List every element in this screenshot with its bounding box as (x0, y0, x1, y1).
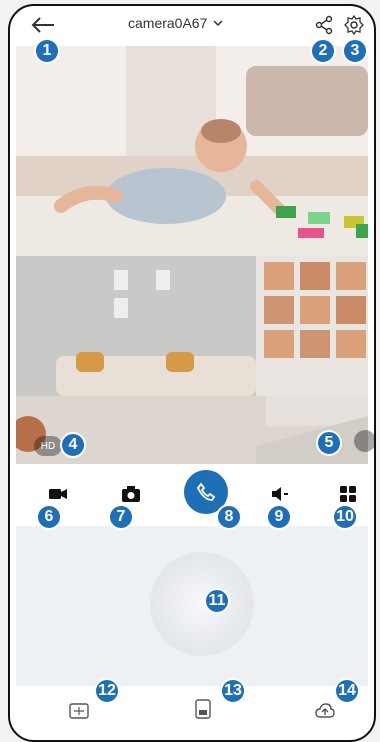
callout-badge: 6 (36, 504, 62, 530)
callout-badge: 1 (34, 38, 60, 64)
callout-badge: 12 (94, 678, 120, 704)
callout-badge: 3 (342, 38, 368, 64)
grid-menu-icon[interactable] (336, 482, 360, 506)
callout-badge: 14 (334, 678, 360, 704)
callout-badge: 7 (108, 504, 134, 530)
hd-toggle[interactable]: HD (34, 436, 62, 456)
callout-badge: 5 (316, 430, 342, 456)
phone-call-icon (196, 482, 216, 501)
phone-frame: camera0A67 HD (8, 4, 376, 742)
callout-badge: 10 (332, 504, 358, 530)
playback-icon[interactable] (68, 700, 90, 722)
back-arrow-icon[interactable] (30, 15, 56, 35)
chevron-down-icon (213, 20, 223, 27)
album-icon[interactable] (192, 698, 214, 720)
camera-name: camera0A67 (128, 15, 208, 31)
share-icon[interactable] (314, 15, 334, 35)
camera-snapshot-icon[interactable] (119, 482, 143, 506)
video-record-icon[interactable] (46, 482, 70, 506)
callout-badge: 13 (220, 678, 246, 704)
camera-view-top[interactable] (16, 46, 368, 256)
callout-badge: 4 (60, 432, 86, 458)
baby-scene (16, 46, 368, 256)
callout-badge: 9 (266, 504, 292, 530)
fullscreen-icon[interactable] (354, 430, 374, 452)
cloud-upload-icon[interactable] (314, 700, 336, 722)
app-header: camera0A67 (10, 6, 374, 42)
speaker-icon[interactable] (268, 482, 292, 506)
callout-badge: 8 (216, 504, 242, 530)
ptz-joystick[interactable] (150, 552, 254, 656)
callout-badge: 11 (204, 588, 230, 614)
gear-icon[interactable] (344, 15, 364, 35)
callout-badge: 2 (310, 38, 336, 64)
camera-name-dropdown[interactable]: camera0A67 (128, 15, 223, 31)
